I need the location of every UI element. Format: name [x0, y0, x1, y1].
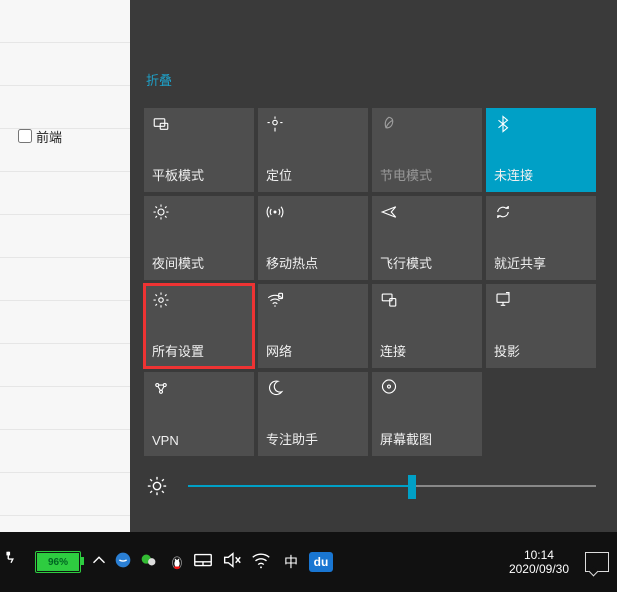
- tablet-icon: [152, 115, 170, 133]
- clock-date: 2020/09/30: [509, 562, 569, 576]
- tile-screen-snip[interactable]: 屏幕截图: [372, 372, 482, 456]
- foreground-checkbox[interactable]: 前端: [14, 126, 62, 146]
- tile-label: 投影: [494, 341, 520, 360]
- tile-connect[interactable]: 连接: [372, 284, 482, 368]
- chat-icon: [138, 549, 164, 575]
- tile-location[interactable]: 定位: [258, 108, 368, 192]
- action-center-panel: 折叠 平板模式 定位 节电模式 未连接夜间模式 移动热点 飞行模式 就近共享所有设置 网络 连接…: [130, 0, 617, 532]
- vpn-icon: [152, 379, 170, 397]
- tile-label: 平板模式: [152, 165, 204, 184]
- baidu-ime-icon: du: [309, 552, 333, 572]
- tile-project[interactable]: 投影: [486, 284, 596, 368]
- tile-label: 飞行模式: [380, 253, 432, 272]
- tile-label: 节电模式: [380, 165, 432, 184]
- tray-app-sync[interactable]: [112, 532, 138, 592]
- tile-label: 连接: [380, 341, 406, 360]
- project-icon: [494, 291, 512, 309]
- sun-icon: [152, 203, 170, 221]
- battery-tray[interactable]: 96%: [28, 532, 88, 592]
- clock-time: 10:14: [509, 548, 569, 562]
- ime-indicator[interactable]: 中: [278, 532, 304, 592]
- tray-app-wechat[interactable]: [138, 532, 164, 592]
- tile-label: 网络: [266, 341, 292, 360]
- brightness-thumb[interactable]: [408, 475, 416, 499]
- bluetooth-icon: [494, 115, 512, 133]
- tile-focus-assist[interactable]: 专注助手: [258, 372, 368, 456]
- airplane-icon: [380, 203, 398, 221]
- tile-label: VPN: [152, 433, 179, 448]
- battery-percent-label: 96%: [48, 557, 68, 568]
- tile-tablet[interactable]: 平板模式: [144, 108, 254, 192]
- tile-label: 定位: [266, 165, 292, 184]
- snip-icon: [380, 379, 398, 397]
- connect-icon: [380, 291, 398, 309]
- leaf-icon: [380, 115, 398, 133]
- tile-label: 移动热点: [266, 253, 318, 272]
- brightness-track[interactable]: [188, 485, 596, 487]
- foreground-checkbox-input[interactable]: [18, 129, 32, 143]
- touchpad-tray-icon[interactable]: [190, 532, 220, 592]
- brightness-fill: [188, 485, 412, 487]
- tray-chevron-up[interactable]: [88, 532, 112, 592]
- tile-night-light[interactable]: 夜间模式: [144, 196, 254, 280]
- collapse-link[interactable]: 折叠: [146, 70, 172, 89]
- moon-icon: [266, 379, 284, 397]
- tile-label: 专注助手: [266, 429, 318, 448]
- gear-icon: [152, 291, 170, 309]
- tile-nearby-share[interactable]: 就近共享: [486, 196, 596, 280]
- power-tray-icon[interactable]: [0, 532, 26, 592]
- share-icon: [494, 203, 512, 221]
- foreground-checkbox-label: 前端: [36, 127, 62, 146]
- tile-network[interactable]: 网络: [258, 284, 368, 368]
- tile-all-settings[interactable]: 所有设置: [144, 284, 254, 368]
- tile-label: 未连接: [494, 165, 533, 184]
- tile-label: 就近共享: [494, 253, 546, 272]
- taskbar: 96% 中 du 10:14 2020/09/30: [0, 532, 617, 592]
- tile-label: 屏幕截图: [380, 429, 432, 448]
- notification-icon: [585, 552, 609, 572]
- volume-tray-icon[interactable]: [220, 532, 248, 592]
- touchpad-icon: [192, 549, 218, 575]
- brightness-slider[interactable]: [144, 468, 596, 504]
- brightness-icon: [144, 473, 170, 499]
- tile-vpn[interactable]: VPN: [144, 372, 254, 456]
- volume-mute-icon: [221, 549, 247, 575]
- globe-icon: [112, 549, 138, 575]
- network-tray-icon[interactable]: [248, 532, 278, 592]
- background-window: [0, 0, 131, 532]
- penguin-icon: [168, 553, 186, 571]
- wifi-icon: [266, 291, 284, 309]
- tile-label: 所有设置: [152, 341, 204, 360]
- location-icon: [266, 115, 284, 133]
- tray-app-qq[interactable]: [164, 532, 190, 592]
- tile-bluetooth[interactable]: 未连接: [486, 108, 596, 192]
- notification-center-button[interactable]: [577, 532, 617, 592]
- tray-app-baidu[interactable]: du: [304, 532, 338, 592]
- tile-battery-saver[interactable]: 节电模式: [372, 108, 482, 192]
- wifi-icon: [250, 549, 276, 575]
- taskbar-clock[interactable]: 10:14 2020/09/30: [509, 548, 577, 576]
- chevron-up-icon: [88, 549, 112, 575]
- quick-action-tiles: 平板模式 定位 节电模式 未连接夜间模式 移动热点 飞行模式 就近共享所有设置 网络 连接 投影 V…: [144, 108, 596, 456]
- hotspot-icon: [266, 203, 284, 221]
- tile-label: 夜间模式: [152, 253, 204, 272]
- tile-hotspot[interactable]: 移动热点: [258, 196, 368, 280]
- tile-airplane[interactable]: 飞行模式: [372, 196, 482, 280]
